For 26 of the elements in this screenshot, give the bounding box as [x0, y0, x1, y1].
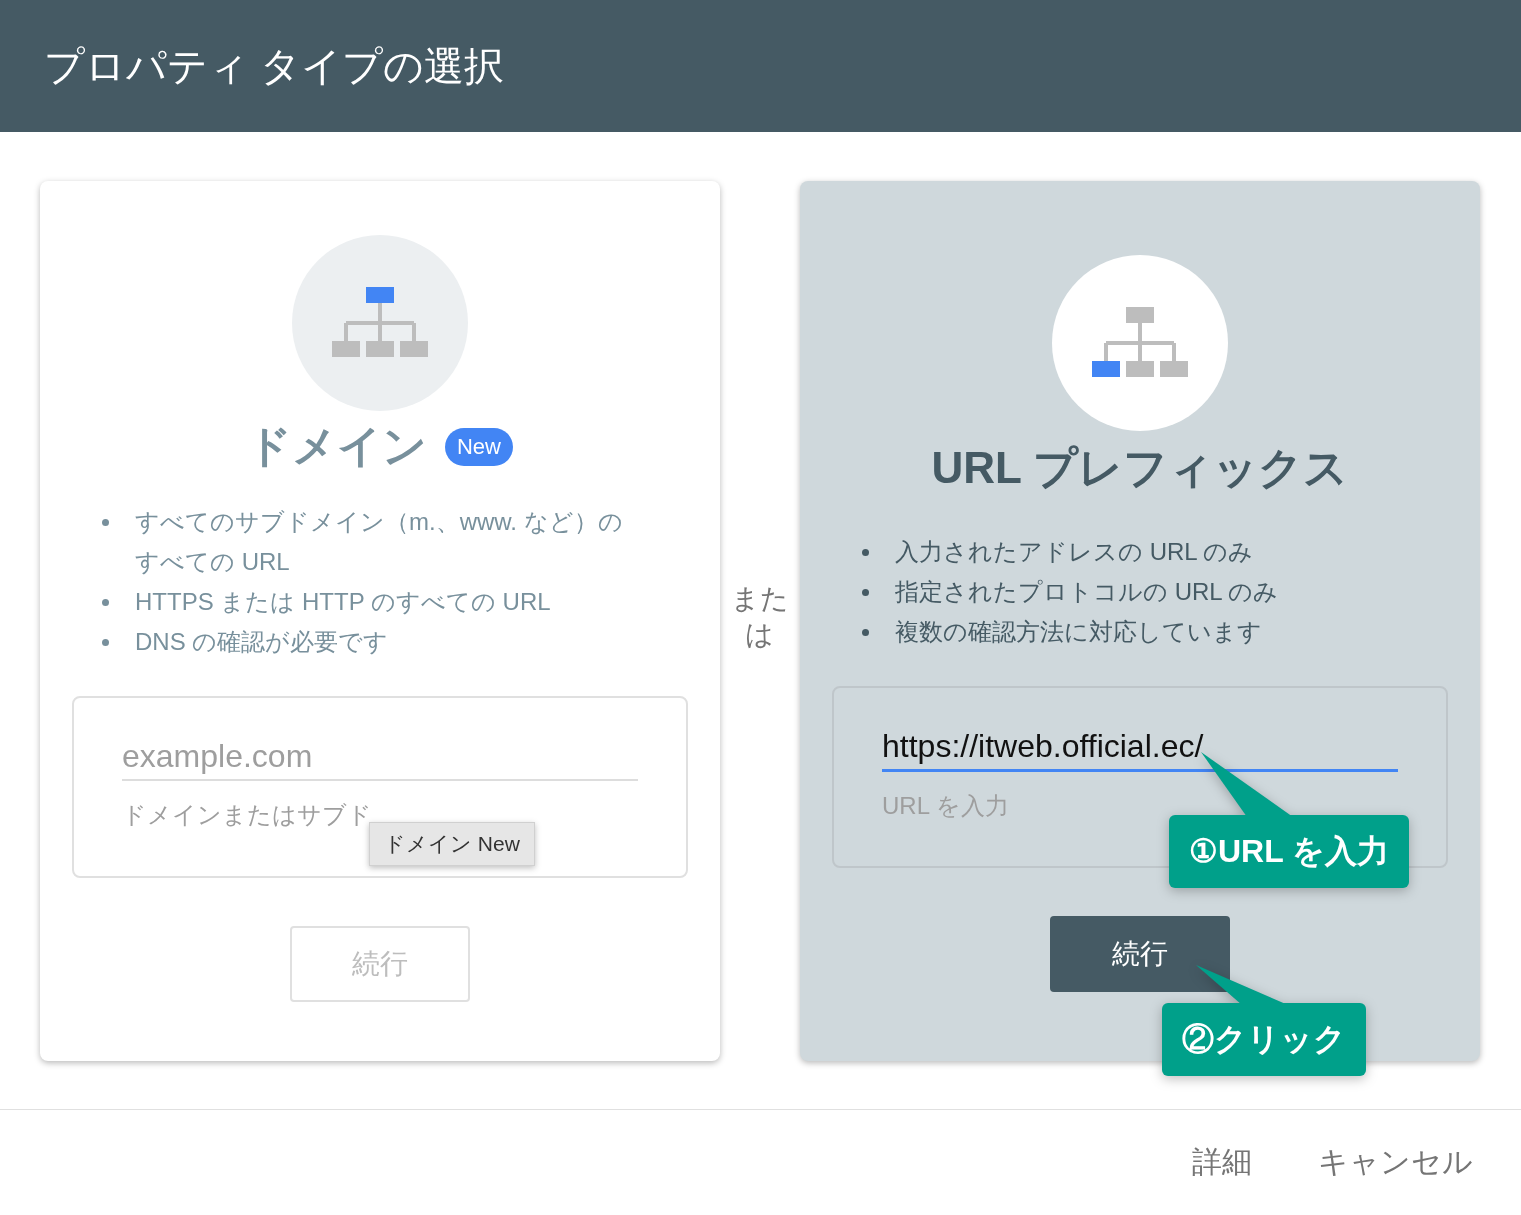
bullet-icon — [862, 549, 869, 556]
bullet-icon — [862, 589, 869, 596]
footer-button[interactable]: 詳細 — [1184, 1138, 1260, 1187]
property-type-title: ドメイン — [247, 420, 427, 472]
sitemap-icon — [332, 287, 428, 359]
sitemap-icon — [1092, 307, 1188, 379]
bullet-text: HTTPS または HTTP のすべての URL — [135, 587, 551, 617]
bullet-icon — [102, 519, 109, 526]
tooltip: ドメイン New — [369, 822, 535, 866]
helper-text: URL を入力 — [882, 791, 1009, 821]
bullet-text: すべてのサブドメイン（m.、www. など）のすべての URL — [135, 507, 624, 577]
helper-text: ドメインまたはサブド — [122, 800, 372, 830]
bullet-icon — [102, 599, 109, 606]
bullet-icon — [102, 639, 109, 646]
bullet-icon — [862, 629, 869, 636]
or-separator: または — [730, 582, 790, 653]
continue-button[interactable]: 続行 — [1050, 916, 1230, 992]
bullet-text: 指定されたプロトコルの URL のみ — [895, 577, 1279, 607]
url-input-field[interactable]: example.com — [122, 732, 638, 781]
bullet-text: 複数の確認方法に対応しています — [895, 617, 1262, 647]
dialog-title: プロパティ タイプの選択 — [44, 42, 505, 90]
bullet-text: 入力されたアドレスの URL のみ — [895, 537, 1254, 567]
bullet-text: DNS の確認が必要です — [135, 627, 389, 657]
property-type-title: URL プレフィックス — [931, 442, 1349, 494]
footer-button[interactable]: キャンセル — [1310, 1138, 1481, 1187]
url-input-field[interactable]: https://itweb.official.ec/ — [882, 722, 1398, 772]
